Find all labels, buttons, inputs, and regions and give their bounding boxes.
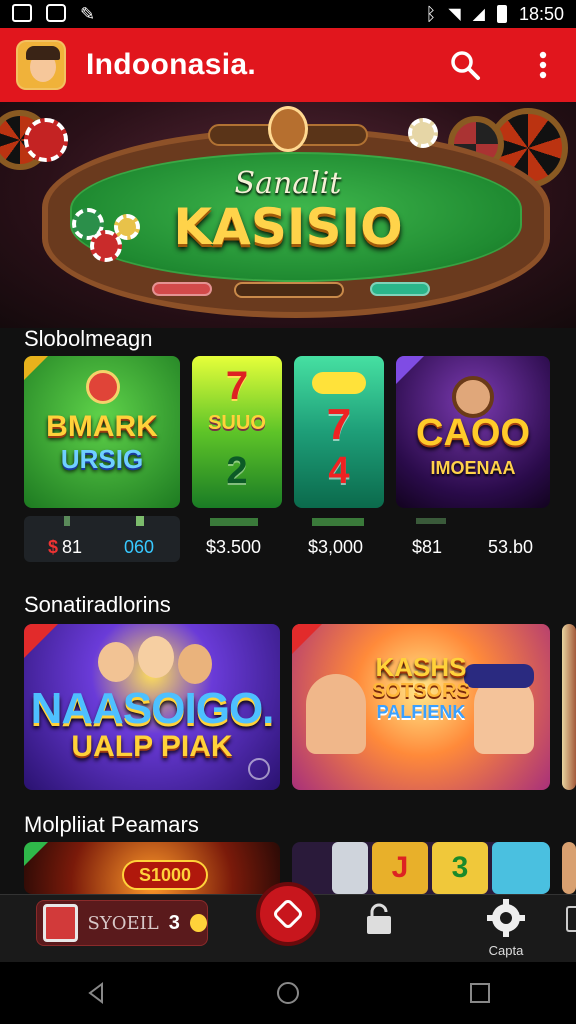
search-icon[interactable]: [448, 48, 482, 82]
back-icon[interactable]: [84, 981, 108, 1005]
section-title: Molpliiat Peamars: [24, 812, 199, 837]
game-card-slot-teal[interactable]: 7 4: [294, 356, 384, 508]
center-spin-button[interactable]: [256, 882, 320, 946]
hero-banner[interactable]: Sanalit KASISIO: [0, 102, 576, 328]
lock-icon[interactable]: [362, 902, 396, 936]
badge-icon: [396, 356, 424, 384]
section-title: Slobolmeagn: [24, 326, 153, 351]
card-subtitle: SOTSORS: [372, 680, 470, 702]
seat-marker: [152, 282, 212, 296]
game-card-slot-green[interactable]: 7 SUUO 2: [192, 356, 282, 508]
card-title: BMARK: [46, 410, 158, 443]
home-icon[interactable]: [276, 981, 300, 1005]
price-label: $81: [48, 536, 83, 557]
badge-icon: [24, 842, 48, 866]
card-title: KASHS: [375, 652, 467, 682]
character-portrait: [178, 644, 212, 684]
game-card-naasoigo[interactable]: NAASOIGO. UALP PIAK: [24, 624, 280, 790]
game-card-kashs[interactable]: KASHS SOTSORS PALFIENK: [292, 624, 550, 790]
slot-symbol: 2: [226, 450, 248, 492]
settings-button[interactable]: Capta: [482, 898, 530, 958]
price-label: 53.b0: [488, 536, 534, 557]
game-card-caoo[interactable]: CAOO IMOENAA: [396, 356, 550, 508]
slot-symbol: J: [372, 842, 428, 894]
character-portrait: [98, 642, 134, 682]
seat-marker: [234, 282, 344, 298]
hero-title: KASISIO: [173, 198, 403, 256]
app-title: Indoonasia.: [86, 48, 256, 81]
info-icon[interactable]: [248, 758, 270, 780]
signal-icon: ◢: [472, 6, 485, 23]
game-card-bmark[interactable]: BMARK URSIG: [24, 356, 180, 508]
chip-icon: [408, 118, 438, 148]
dealer-icon: [268, 106, 308, 152]
slot-symbol-bar: [312, 372, 366, 394]
slot-symbol: 3: [432, 842, 488, 894]
slot-symbol: 4: [328, 450, 350, 492]
card-title: NAASOIGO.: [30, 684, 275, 733]
gear-icon: [487, 899, 525, 937]
badge-icon: [292, 624, 322, 654]
settings-label: Capta: [488, 943, 524, 958]
bluetooth-icon: ᛒ: [425, 3, 437, 24]
game-card-slots-j3[interactable]: J 3: [292, 842, 550, 894]
center-spin-icon: [274, 900, 302, 928]
gift-box-icon: [43, 904, 78, 942]
battery-icon: [496, 5, 507, 23]
card-subtitle: PALFIENK: [376, 702, 466, 722]
badge-icon: [24, 356, 48, 380]
p-icon: [46, 3, 66, 22]
slot-symbol: 7: [225, 364, 249, 408]
price-label: $3.500: [206, 536, 262, 557]
price-label: $3,000: [308, 536, 364, 557]
price-label: 060: [124, 536, 155, 557]
recents-icon[interactable]: [468, 981, 492, 1005]
coin-icon: [189, 914, 207, 932]
seat-marker: [370, 282, 430, 296]
card-subtitle: URSIG: [60, 444, 144, 474]
avatar-icon[interactable]: [16, 40, 66, 90]
price-label: $81: [412, 536, 443, 557]
chip-icon: [24, 118, 68, 162]
character-portrait: [138, 636, 174, 678]
card-title: CAOO: [416, 412, 530, 454]
rewards-label: SYOEIL: [87, 912, 159, 934]
status-bar: ✎ ᛒ ◥ ◢ 18:50: [0, 0, 576, 28]
wrench-icon: ✎: [80, 3, 96, 24]
game-card-s1000[interactable]: S1000: [24, 842, 280, 894]
overflow-icon[interactable]: [566, 906, 576, 932]
card-subtitle: IMOENAA: [430, 458, 516, 478]
game-card-peek[interactable]: [562, 842, 576, 894]
section-title: Sonatiradlorins: [24, 592, 171, 617]
rewards-button[interactable]: SYOEIL 3: [36, 900, 208, 946]
card-subtitle: UALP PIAK: [71, 730, 233, 763]
rewards-count: 3: [168, 911, 180, 934]
slot-symbol: 7: [326, 400, 352, 449]
slot-symbol: SUUO: [208, 412, 266, 434]
card-badge: S1000: [122, 860, 208, 890]
hero-subtitle: Sanalit: [234, 166, 342, 201]
game-card-peek[interactable]: [562, 624, 576, 790]
bag-icon: [86, 370, 120, 404]
app-bar: Indoonasia.: [0, 28, 576, 102]
wifi-icon: ◥: [448, 6, 461, 23]
badge-icon: [24, 624, 58, 658]
image-icon: [12, 3, 32, 22]
more-vert-icon[interactable]: [526, 48, 560, 82]
clock: 18:50: [518, 3, 564, 24]
system-nav-bar: [0, 962, 576, 1024]
